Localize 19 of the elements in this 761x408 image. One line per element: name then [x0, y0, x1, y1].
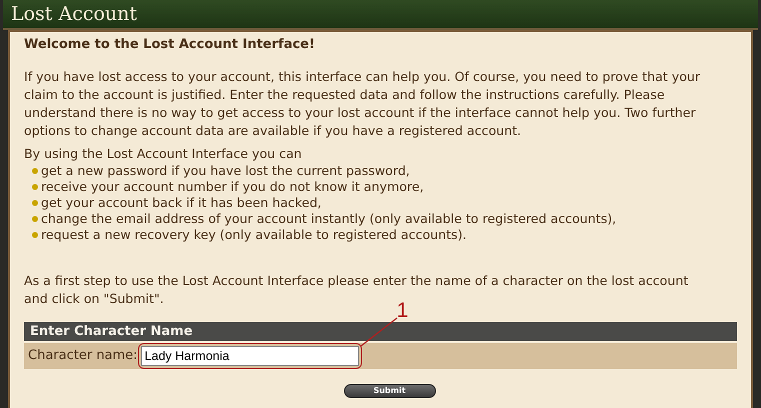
- character-name-field[interactable]: Lady Harmonia: [140, 346, 359, 366]
- field-label: Character name:: [28, 347, 138, 365]
- bullet-icon: [32, 216, 38, 222]
- option-text: get your account back if it has been hacked,: [41, 195, 322, 211]
- option-text: receive your account number if you do not know it anymore,: [41, 179, 424, 195]
- intro-paragraph: If you have lost access to your account, this interface can help you. Of course, you need to prove that your claim to the account is justified. Enter the requested data and follow the instructions carefully. Please understand there is no way to get access to your lost account if the interface cannot help you. Two further options to change account data are available if you have a registered account.: [24, 68, 702, 140]
- bullet-icon: [32, 200, 38, 206]
- bullet-icon: [32, 184, 38, 190]
- welcome-heading: Welcome to the Lost Account Interface!: [24, 36, 316, 53]
- leader-line: [360, 317, 397, 347]
- list-intro: By using the Lost Account Interface you can: [24, 145, 303, 163]
- submit-button[interactable]: Submit: [344, 384, 436, 398]
- bullet-icon: [32, 168, 38, 174]
- window-title: Lost Account: [11, 3, 138, 25]
- option-text: request a new recovery key (only available to registered accounts).: [41, 227, 467, 243]
- form-header: Enter Character Name: [24, 322, 737, 341]
- option-text: get a new password if you have lost the current password,: [41, 163, 410, 179]
- bullet-icon: [32, 232, 38, 238]
- option-text: change the email address of your account instantly (only available to registered accounts),: [41, 211, 616, 227]
